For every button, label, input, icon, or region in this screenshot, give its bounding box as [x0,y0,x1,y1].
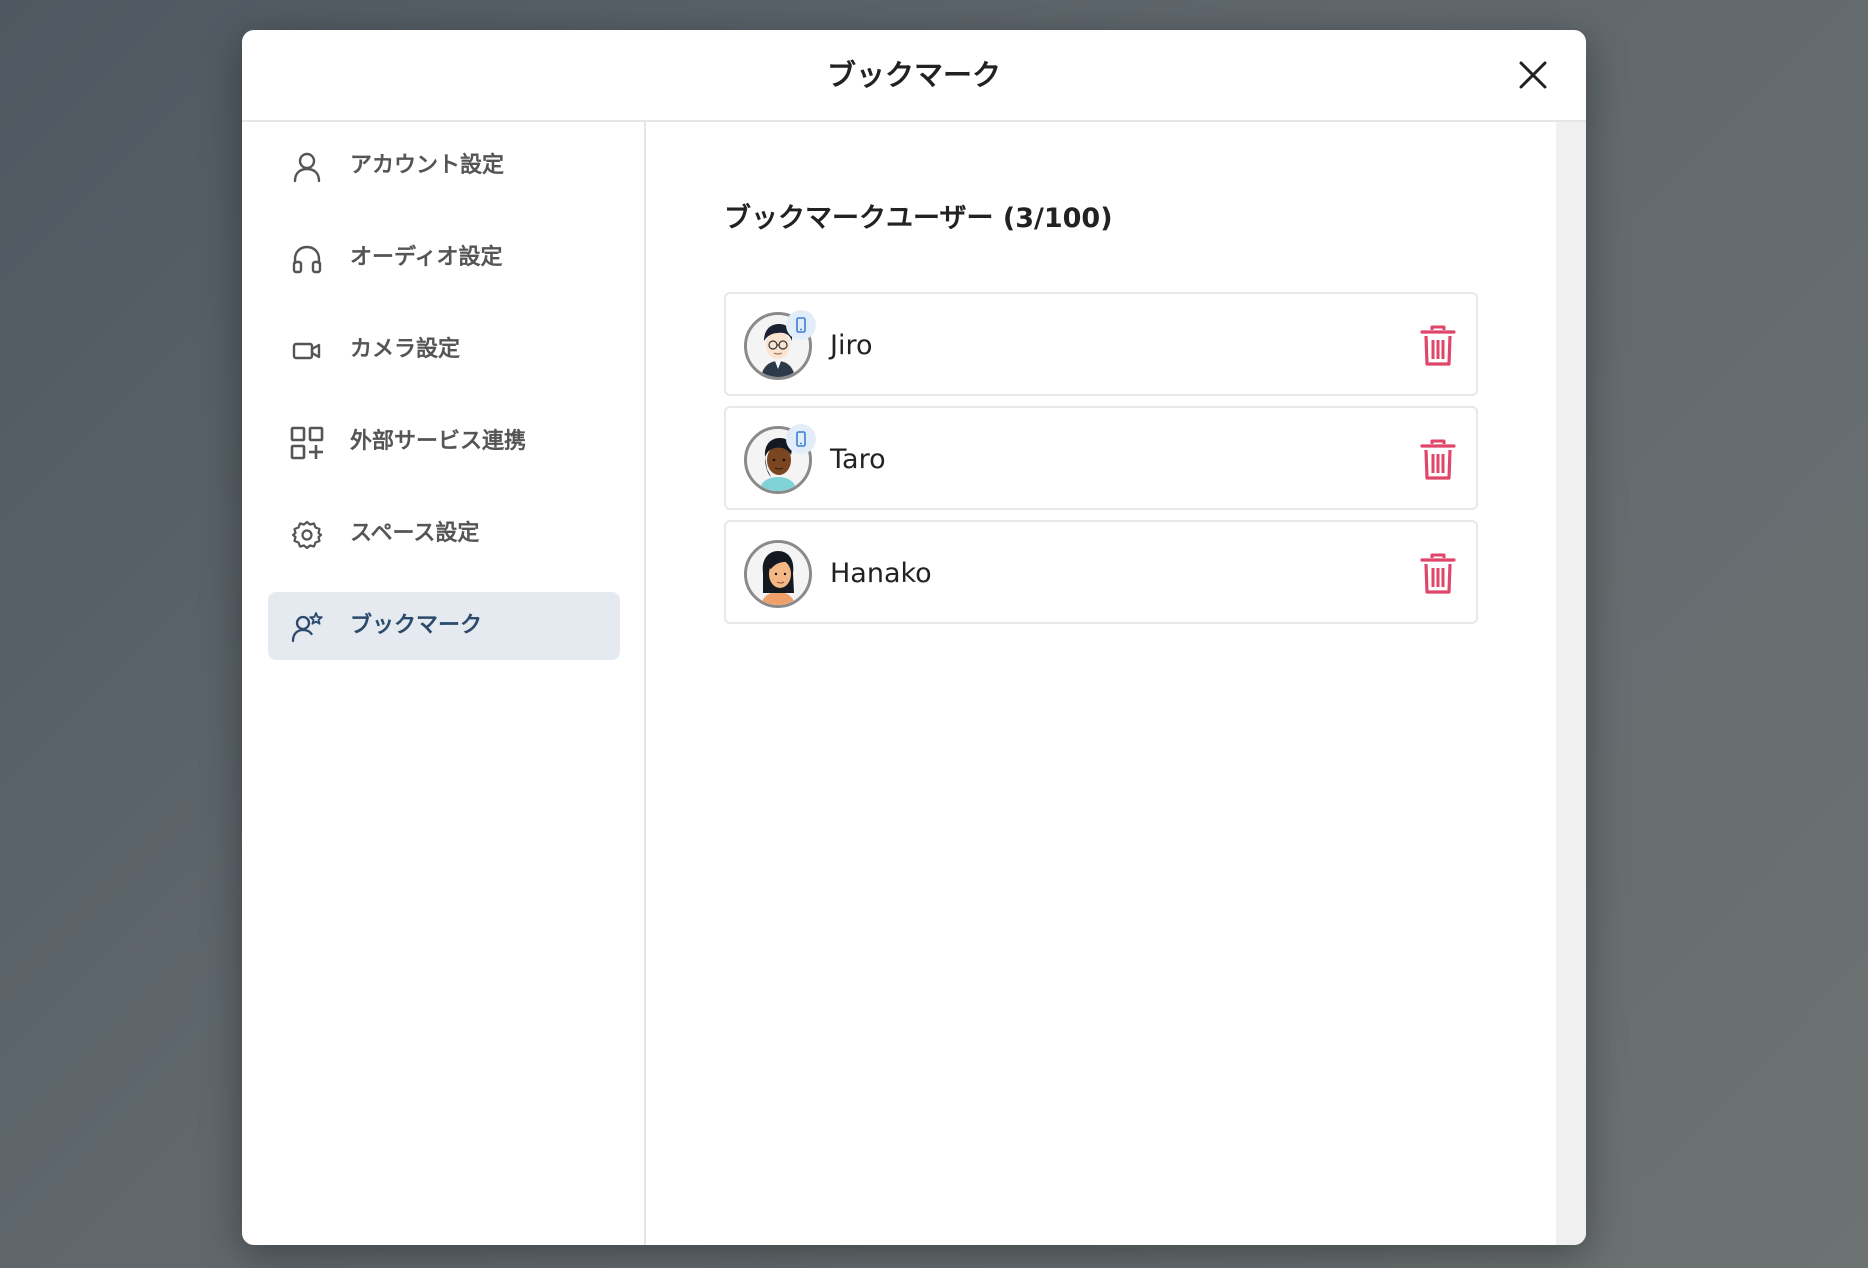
user-icon [293,152,321,183]
sidebar-item-space-settings[interactable]: スペース設定 [268,500,620,568]
sidebar-item-bookmarks[interactable]: ブックマーク [268,592,620,660]
mobile-badge [786,310,816,340]
sidebar-item-label: カメラ設定 [350,337,461,362]
trash-icon [1420,325,1456,366]
delete-button[interactable] [1418,324,1458,368]
sidebar-item-label: 外部サービス連携 [350,429,527,454]
close-button[interactable] [1514,56,1552,94]
scrollbar[interactable] [1556,122,1586,1245]
sidebar-item-label: アカウント設定 [350,153,505,178]
avatar [744,540,812,608]
delete-button[interactable] [1418,552,1458,596]
settings-sidebar: アカウント設定 オーディオ設定 カメラ設定 外部サービス連携 スペース設定 ブッ… [242,122,646,1245]
sidebar-item-label: オーディオ設定 [350,245,503,270]
mobile-phone-icon [796,431,806,447]
headphones-icon [292,245,322,274]
section-title: ブックマークユーザー (3/100) [724,203,1113,234]
close-icon [1519,61,1547,89]
dialog-header: ブックマーク [242,30,1586,122]
user-name: Hanako [830,558,932,589]
bookmark-user-row: Hanako [724,520,1478,624]
sidebar-item-audio[interactable]: オーディオ設定 [268,224,620,292]
bookmark-content: ブックマークユーザー (3/100) Jiro Taro Hanako [646,122,1556,1245]
bookmark-user-row: Jiro [724,292,1478,396]
user-star-icon [291,612,323,643]
mobile-badge [786,424,816,454]
sidebar-item-camera[interactable]: カメラ設定 [268,316,620,384]
sidebar-item-label: スペース設定 [350,521,480,546]
dialog-title: ブックマーク [826,58,1001,92]
bookmark-user-row: Taro [724,406,1478,510]
gear-icon [291,520,323,550]
user-name: Taro [830,444,886,475]
delete-button[interactable] [1418,438,1458,482]
apps-add-icon [290,426,324,460]
trash-icon [1420,439,1456,480]
mobile-phone-icon [796,317,806,333]
video-camera-icon [292,342,321,360]
sidebar-item-account[interactable]: アカウント設定 [268,132,620,200]
bookmark-dialog: ブックマーク アカウント設定 オーディオ設定 カメラ設定 外部サービス連携 スペ… [242,30,1586,1245]
trash-icon [1420,553,1456,594]
user-name: Jiro [830,330,873,361]
sidebar-item-integrations[interactable]: 外部サービス連携 [268,408,620,476]
sidebar-item-label: ブックマーク [350,613,483,638]
